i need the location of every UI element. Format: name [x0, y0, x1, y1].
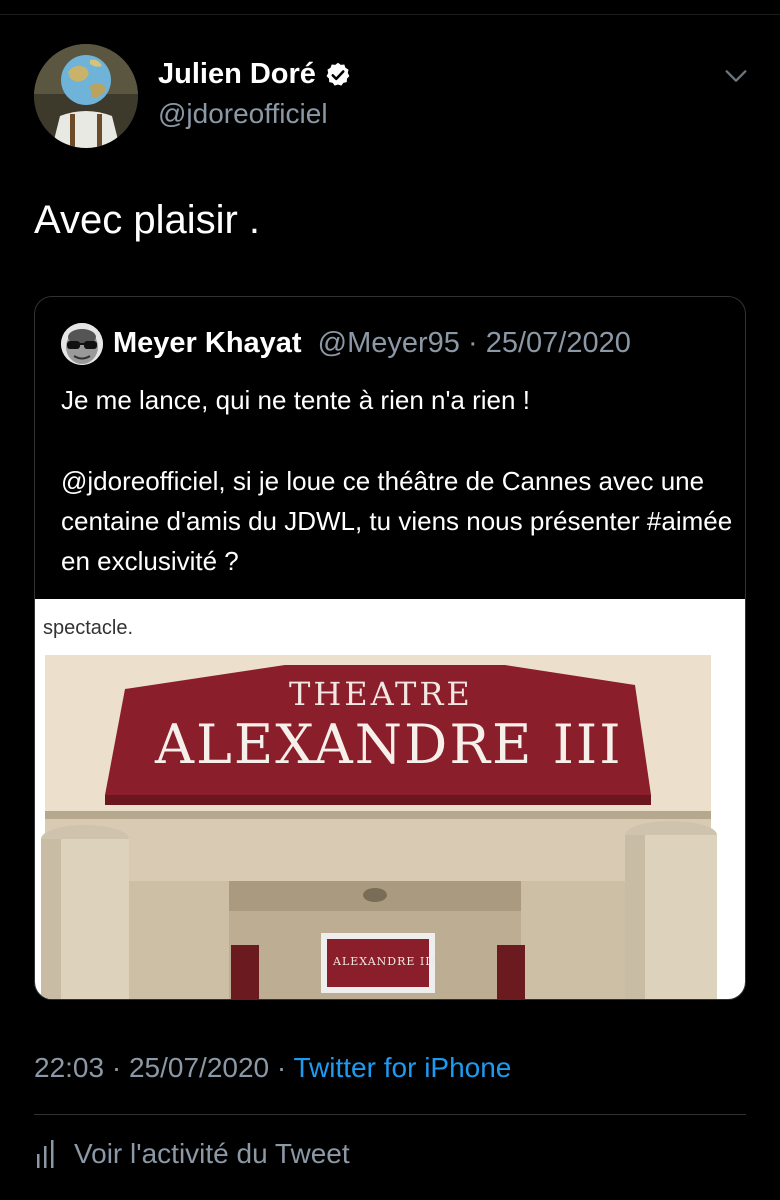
author-avatar[interactable]: [34, 44, 138, 148]
quoted-handle[interactable]: @Meyer95: [318, 327, 460, 359]
theatre-photo: [41, 655, 717, 999]
activity-label: Voir l'activité du Tweet: [74, 1138, 350, 1169]
activity-bars-icon: [37, 1140, 54, 1168]
meta-separator-2: ·: [269, 1052, 294, 1083]
tweet-date[interactable]: 25/07/2020: [129, 1052, 269, 1083]
chevron-down-icon[interactable]: [722, 62, 750, 90]
bottom-divider: [34, 1114, 746, 1115]
globe-head-avatar-icon: [34, 44, 138, 148]
quoted-header: Meyer Khayat @Meyer95 · 25/07/2020: [113, 327, 631, 360]
top-divider: [0, 14, 780, 15]
timestamp-row: 22:03 · 25/07/2020 · Twitter for iPhone: [34, 1052, 511, 1084]
quoted-tweet-card[interactable]: Meyer Khayat @Meyer95 · 25/07/2020 Je me…: [34, 296, 746, 1000]
tweet-activity-button[interactable]: Voir l'activité du Tweet: [34, 1138, 350, 1170]
quoted-separator: ·: [459, 327, 486, 359]
author-name-row[interactable]: Julien Doré: [158, 58, 352, 91]
quoted-text-paragraph: @jdoreofficiel, si je loue ce théâtre de…: [61, 466, 733, 576]
author-display-name[interactable]: Julien Doré: [158, 58, 316, 91]
quoted-text-line: Je me lance, qui ne tente à rien n'a rie…: [61, 385, 530, 415]
tweet-text: Avec plaisir .: [34, 198, 261, 242]
tweet-time[interactable]: 22:03: [34, 1052, 104, 1083]
quoted-display-name[interactable]: Meyer Khayat: [113, 327, 302, 359]
quoted-image[interactable]: spectacle. THEATRE ALEXANDRE III ALEXAND…: [35, 599, 745, 999]
tweet-source-link[interactable]: Twitter for iPhone: [294, 1052, 512, 1083]
sign-title-line2: ALEXANDRE III: [155, 713, 623, 776]
sunglasses-face-avatar-icon: [61, 323, 103, 365]
verified-badge-icon: [326, 62, 350, 86]
quoted-date: 25/07/2020: [485, 327, 631, 359]
sign-title-line1: THEATRE: [289, 675, 473, 713]
meta-separator: ·: [104, 1052, 129, 1083]
author-handle[interactable]: @jdoreofficiel: [158, 98, 328, 130]
quoted-author-avatar: [61, 323, 103, 365]
small-sign-text: ALEXANDRE III: [333, 955, 436, 968]
